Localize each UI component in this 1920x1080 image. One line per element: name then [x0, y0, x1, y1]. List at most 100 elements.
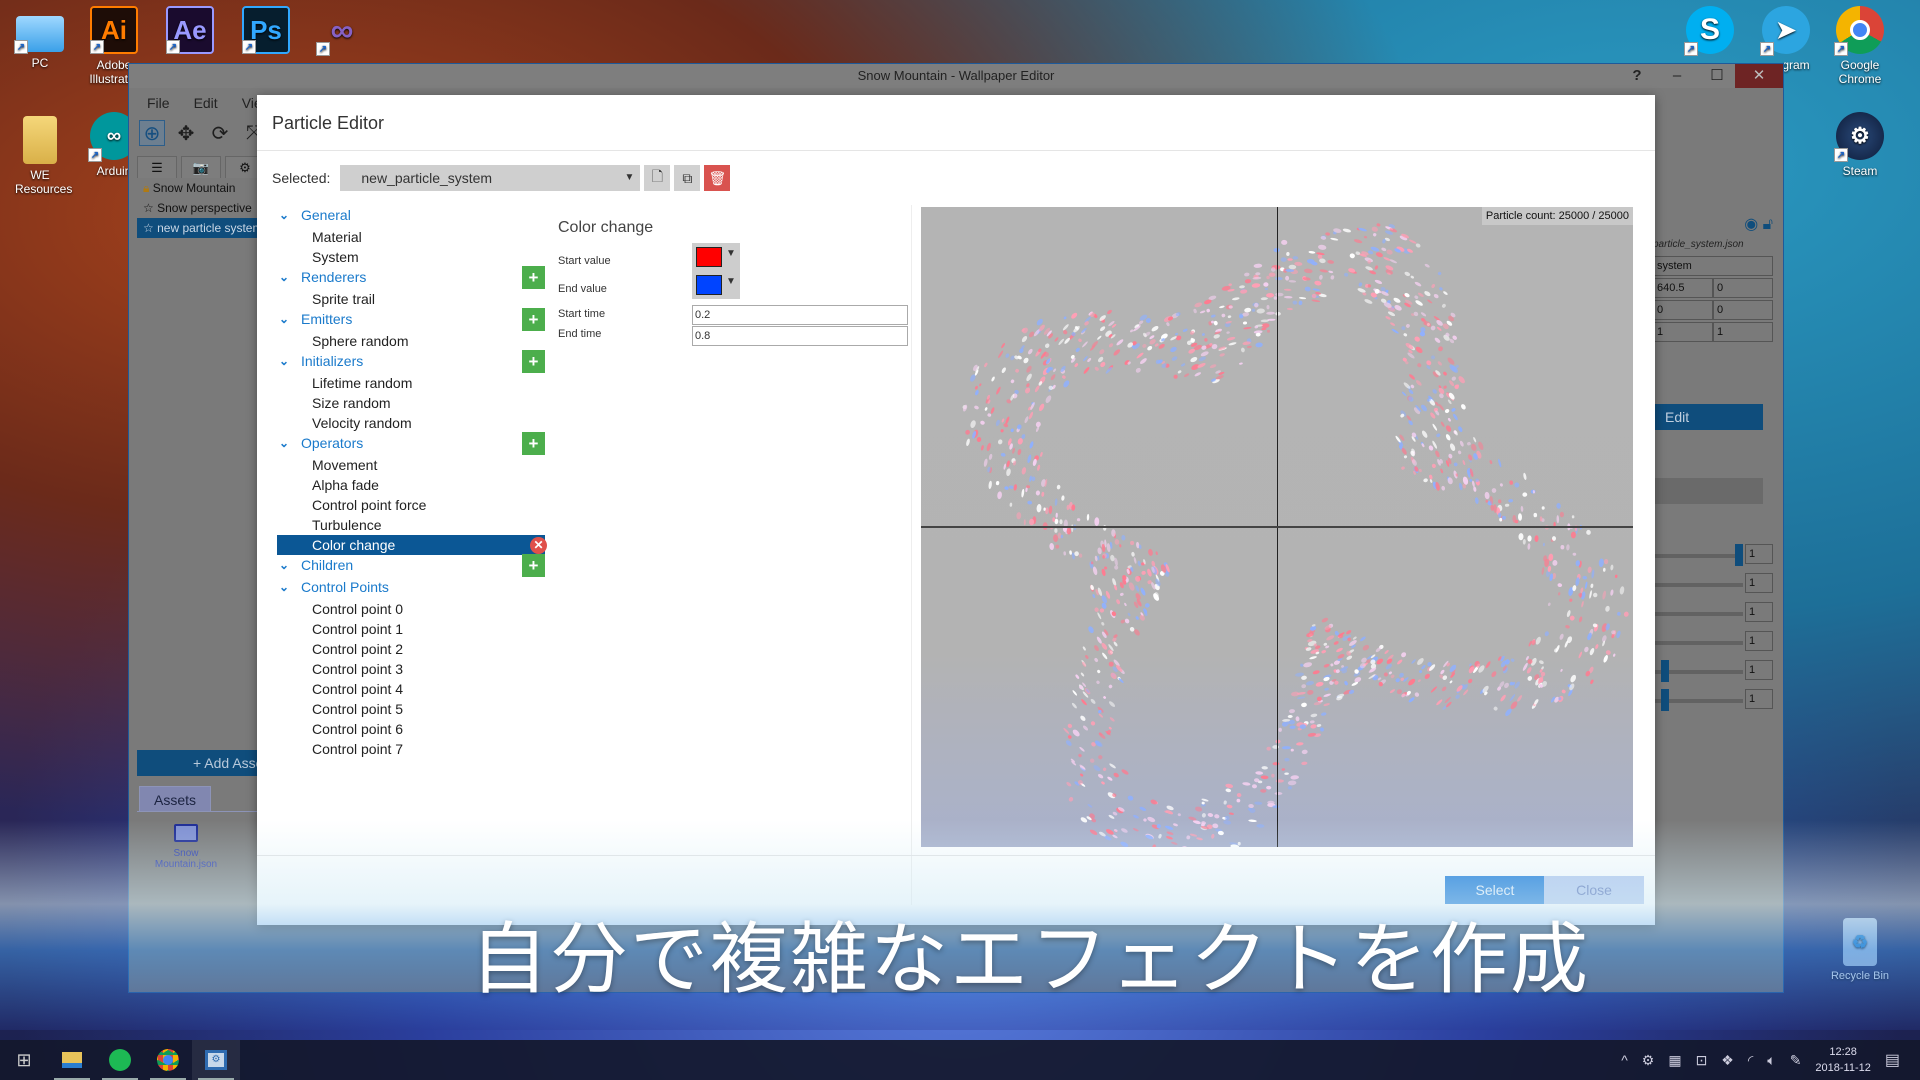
app-tray-icon[interactable]: ▦ — [1668, 1052, 1681, 1069]
scene-item[interactable]: 🔒︎ Snow Mountain — [137, 178, 267, 198]
chevron-down-icon[interactable]: ⌄ — [277, 354, 301, 368]
tree-category[interactable]: ⌄ Emitters + — [277, 308, 545, 331]
menu-edit[interactable]: Edit — [194, 95, 218, 111]
scale-y-field[interactable]: 1 — [1713, 322, 1773, 342]
angles-y-field[interactable]: 0 — [1713, 300, 1773, 320]
desktop-icon-we-resources[interactable]: WE Resources — [0, 110, 80, 196]
delete-button[interactable]: 🗑 — [704, 165, 731, 191]
close-window-button[interactable]: ✕ — [1735, 64, 1783, 88]
volume-icon[interactable]: 🔈︎ — [1767, 1052, 1775, 1069]
tree-item[interactable]: Size random — [277, 393, 545, 413]
tab-assets[interactable]: Assets — [139, 786, 211, 812]
copy-button[interactable]: ⧉ — [674, 165, 701, 191]
tree-item[interactable]: Turbulence — [277, 515, 545, 535]
tree-item[interactable]: Movement — [277, 455, 545, 475]
desktop-icon-visual-studio[interactable]: ∞ ↗ — [302, 0, 382, 58]
chevron-down-icon[interactable]: ⌄ — [277, 436, 301, 450]
start-time-input[interactable] — [692, 305, 908, 325]
chevron-up-icon[interactable]: ^ — [1621, 1052, 1628, 1068]
slider[interactable]: 1 — [1653, 631, 1773, 653]
tree-category[interactable]: ⌄ Operators + — [277, 432, 545, 455]
scene-item[interactable]: ☆ Snow perspective — [137, 198, 267, 218]
tree-item[interactable]: Control point 4 — [277, 679, 545, 699]
chevron-down-icon[interactable]: ⌄ — [277, 558, 301, 572]
slider[interactable]: 1 — [1653, 544, 1773, 566]
menu-file[interactable]: File — [147, 95, 170, 111]
visibility-eye-icon[interactable]: ◉ — [1744, 216, 1758, 233]
tree-item[interactable]: Control point 0 — [277, 599, 545, 619]
maximize-button[interactable]: ☐ — [1697, 64, 1737, 88]
tree-item[interactable]: Control point 5 — [277, 699, 545, 719]
taskbar-file-explorer[interactable] — [48, 1040, 96, 1080]
tree-item[interactable]: Control point force — [277, 495, 545, 515]
tree-item[interactable]: Lifetime random — [277, 373, 545, 393]
tree-category[interactable]: ⌄ Initializers + — [277, 350, 545, 373]
tree-item[interactable]: Control point 3 — [277, 659, 545, 679]
tree-item[interactable]: Velocity random — [277, 413, 545, 433]
translate-icon[interactable]: ✥ — [173, 120, 199, 146]
new-file-button[interactable]: 🗋 — [644, 165, 671, 191]
tree-item[interactable]: Control point 7 — [277, 739, 545, 759]
desktop-icon-after-effects[interactable]: Ae ↗ — [150, 0, 230, 58]
help-button[interactable]: ? — [1617, 64, 1657, 88]
particle-system-select[interactable]: new_particle_system ▼ — [340, 165, 641, 191]
unlock-icon[interactable]: 🔓︎ — [1763, 216, 1773, 233]
add-component-button[interactable]: + — [522, 266, 545, 289]
chevron-down-icon[interactable]: ⌄ — [277, 580, 301, 594]
dropbox-icon[interactable]: ❖ — [1721, 1052, 1734, 1069]
tree-item-selected[interactable]: Color change ✕ — [277, 535, 547, 555]
add-component-button[interactable]: + — [522, 554, 545, 577]
tree-item[interactable]: Control point 1 — [277, 619, 545, 639]
tree-item[interactable]: Sprite trail — [277, 289, 545, 309]
tree-item[interactable]: Material — [277, 227, 545, 247]
clock[interactable]: 12:28 2018-11-12 — [1815, 1044, 1870, 1076]
slider[interactable]: 1 — [1653, 602, 1773, 624]
add-asset-button[interactable]: + Add Asset — [137, 750, 267, 776]
slider[interactable]: 1 — [1653, 689, 1773, 711]
move-gizmo-icon[interactable]: ⊕ — [139, 120, 165, 146]
slider[interactable]: 1 — [1653, 660, 1773, 682]
start-color-picker[interactable]: ▼ — [692, 243, 740, 271]
desktop-icon-skype[interactable]: S ↗ — [1670, 0, 1750, 58]
add-component-button[interactable]: + — [522, 308, 545, 331]
start-button[interactable]: ⊞ — [0, 1040, 48, 1080]
wallpaper-engine-tray-icon[interactable]: ⊡ — [1696, 1052, 1708, 1069]
window-titlebar[interactable]: Snow Mountain - Wallpaper Editor ? – ☐ ✕ — [129, 64, 1783, 88]
tree-category[interactable]: ⌄ Control Points — [277, 577, 545, 597]
name-field[interactable]: system — [1653, 256, 1773, 276]
end-time-input[interactable] — [692, 326, 908, 346]
end-color-picker[interactable]: ▼ — [692, 271, 740, 299]
tree-item[interactable]: Control point 6 — [277, 719, 545, 739]
tree-category[interactable]: ⌄ Children + — [277, 554, 545, 577]
add-component-button[interactable]: + — [522, 350, 545, 373]
origin-y-field[interactable]: 0 — [1713, 278, 1773, 298]
desktop-icon-telegram[interactable]: ➤ ↗ gram — [1746, 0, 1826, 72]
tree-item[interactable]: Control point 2 — [277, 639, 545, 659]
steam-tray-icon[interactable]: ⚙ — [1642, 1052, 1655, 1069]
chevron-down-icon[interactable]: ⌄ — [277, 270, 301, 284]
particle-preview-viewport[interactable]: Particle count: 25000 / 25000 — [921, 207, 1633, 847]
origin-x-field[interactable]: 640.5 — [1653, 278, 1713, 298]
taskbar-wallpaper-engine[interactable]: ⚙ — [192, 1040, 240, 1080]
desktop-icon-pc[interactable]: ↗ PC — [0, 4, 80, 70]
pen-icon[interactable]: ✎ — [1790, 1052, 1802, 1069]
desktop-icon-recycle-bin[interactable]: ♻ Recycle Bin — [1820, 912, 1900, 982]
tree-item[interactable]: Alpha fade — [277, 475, 545, 495]
scene-item-selected[interactable]: ☆ new particle system — [137, 218, 267, 238]
camera-icon[interactable]: 📷 — [181, 156, 221, 178]
tree-category[interactable]: ⌄ General — [277, 205, 545, 225]
chevron-down-icon[interactable]: ⌄ — [277, 312, 301, 326]
edit-button[interactable]: Edit — [1653, 404, 1763, 430]
angles-x-field[interactable]: 0 — [1653, 300, 1713, 320]
wifi-icon[interactable]: ◜ — [1748, 1052, 1753, 1069]
notification-icon[interactable]: ▤ — [1885, 1050, 1900, 1070]
minimize-button[interactable]: – — [1657, 64, 1697, 88]
taskbar-spotify[interactable] — [96, 1040, 144, 1080]
list-icon[interactable]: ☰ — [137, 156, 177, 178]
asset-item[interactable]: Snow Mountain.json — [151, 824, 221, 870]
tree-category[interactable]: ⌄ Renderers + — [277, 266, 545, 289]
chevron-down-icon[interactable]: ⌄ — [277, 208, 301, 222]
add-component-button[interactable]: + — [522, 432, 545, 455]
taskbar-chrome[interactable] — [144, 1040, 192, 1080]
desktop-icon-photoshop[interactable]: Ps ↗ — [226, 0, 306, 58]
